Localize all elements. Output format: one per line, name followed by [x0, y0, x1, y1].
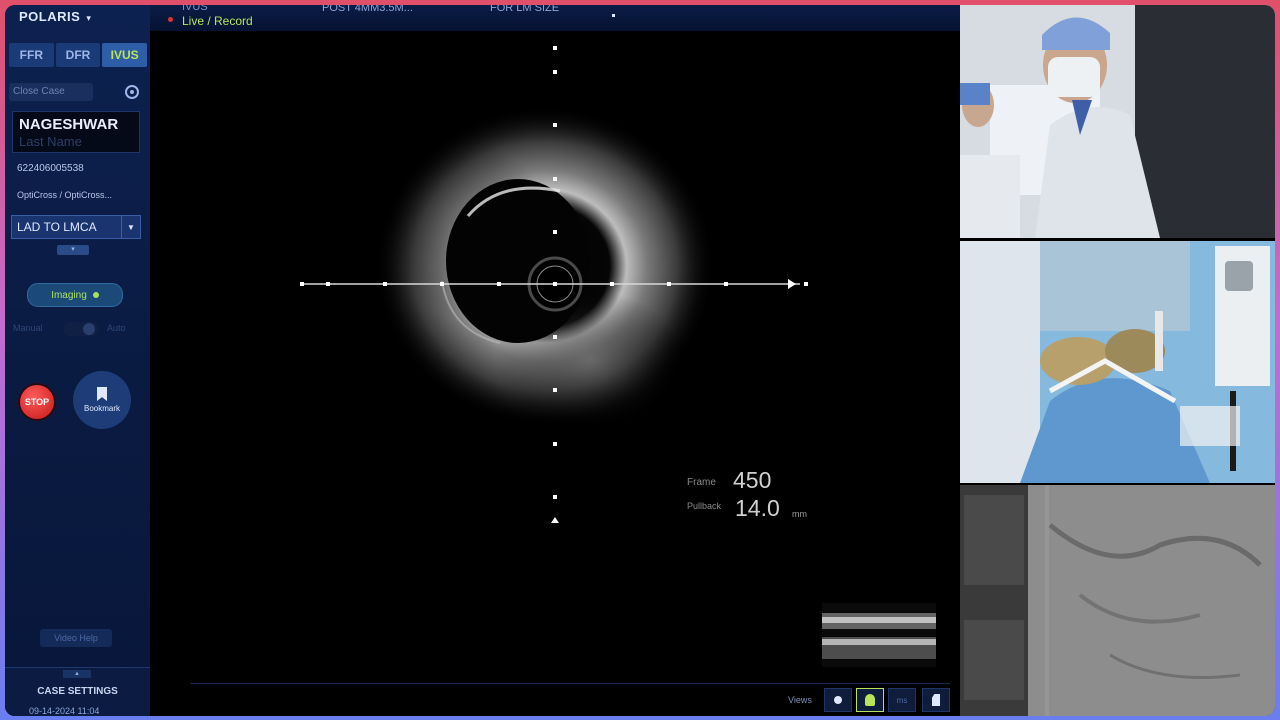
bookmark-label: Bookmark [83, 404, 120, 413]
brand-chevron-icon: ▾ [86, 13, 92, 23]
view-button-cross-section[interactable] [824, 688, 852, 712]
video-help-button[interactable]: Video Help [40, 629, 112, 647]
vessel-select[interactable]: LAD TO LMCA ▼ [11, 215, 141, 239]
patient-last-name: Last Name [19, 134, 82, 149]
angiography-video-image [960, 485, 1275, 716]
settings-icon[interactable] [125, 85, 139, 99]
ivus-header: IVUS Live / Record POST 4MM3.5M... FOR L… [150, 5, 960, 31]
brand-menu[interactable]: POLARIS ▾ [19, 9, 91, 24]
pullback-label: Pullback [687, 501, 722, 511]
view-button-document[interactable] [922, 688, 950, 712]
patient-first-name: NAGESHWAR [19, 116, 119, 133]
camera-feed-procedure [960, 241, 1275, 483]
camera-feed-operator [960, 5, 1275, 238]
stop-button[interactable]: STOP [20, 385, 54, 419]
auto-label: Auto [107, 323, 126, 333]
frame-label: Frame [687, 477, 716, 488]
purpose-note[interactable]: FOR LM SIZE [490, 5, 559, 14]
view-circle-icon [834, 696, 842, 704]
view-button-ms[interactable]: ms [888, 688, 916, 712]
tab-dfr[interactable]: DFR [55, 43, 101, 67]
device-label: OptiCross / OptiCross... [17, 190, 113, 200]
longitudinal-view-thumbnail[interactable] [822, 603, 936, 667]
collapse-handle[interactable]: ▾ [57, 245, 89, 255]
close-case-button[interactable]: Close Case [9, 83, 93, 101]
app-window: POLARIS ▾ FFR DFR IVUS Close Case NAGESH… [5, 5, 1275, 716]
camera-feed-angiography [960, 485, 1275, 716]
case-settings-label: CASE SETTINGS [37, 686, 118, 697]
manual-label: Manual [13, 323, 43, 333]
manual-auto-toggle-row: Manual Auto [11, 321, 143, 337]
bookmark-icon [97, 387, 107, 401]
imaging-toggle-button[interactable]: Imaging [27, 283, 123, 307]
switch-knob [83, 323, 95, 335]
view-button-person[interactable] [856, 688, 884, 712]
imaging-label: Imaging [51, 289, 87, 301]
views-label: Views [788, 695, 812, 705]
pullback-value: 14.0 [735, 495, 780, 521]
timeline-divider [190, 683, 950, 684]
pullback-note[interactable]: POST 4MM3.5M... [322, 5, 413, 14]
sidebar: POLARIS ▾ FFR DFR IVUS Close Case NAGESH… [5, 5, 150, 716]
tab-ivus[interactable]: IVUS [102, 43, 148, 67]
vessel-select-value: LAD TO LMCA [17, 220, 97, 234]
patient-name-box[interactable]: NAGESHWAR Last Name [12, 111, 140, 153]
view-person-icon [865, 694, 875, 706]
case-settings-bar[interactable]: ▲ CASE SETTINGS 09-14-2024 11:04 [5, 667, 150, 716]
live-record-status: Live / Record [182, 14, 253, 28]
operator-video-image [960, 5, 1275, 238]
tab-ffr[interactable]: FFR [9, 43, 54, 67]
patient-id: 622406005538 [17, 163, 84, 174]
longitudinal-view-image [822, 613, 936, 659]
procedure-video-image [960, 241, 1275, 483]
case-date: 09-14-2024 11:04 [29, 706, 100, 716]
view-ms-label: ms [896, 695, 908, 705]
chevron-up-icon[interactable]: ▲ [63, 670, 91, 678]
header-marker [612, 14, 615, 17]
mode-tabs: FFR DFR IVUS [9, 43, 148, 67]
pullback-unit: mm [792, 509, 807, 519]
view-document-icon [932, 694, 940, 706]
brand-label: POLARIS [19, 9, 81, 24]
record-dot-icon [168, 17, 173, 22]
ivus-image-panel[interactable]: Frame 450 Pullback 14.0 mm Views ms [150, 31, 960, 716]
manual-auto-switch[interactable] [63, 322, 99, 336]
status-dot-icon [92, 292, 99, 298]
frame-value: 450 [733, 467, 772, 493]
bookmark-button[interactable]: Bookmark [73, 371, 131, 429]
stop-label: STOP [24, 397, 50, 407]
header-mode: IVUS [182, 5, 208, 13]
dropdown-chevron-icon[interactable]: ▼ [121, 216, 140, 238]
